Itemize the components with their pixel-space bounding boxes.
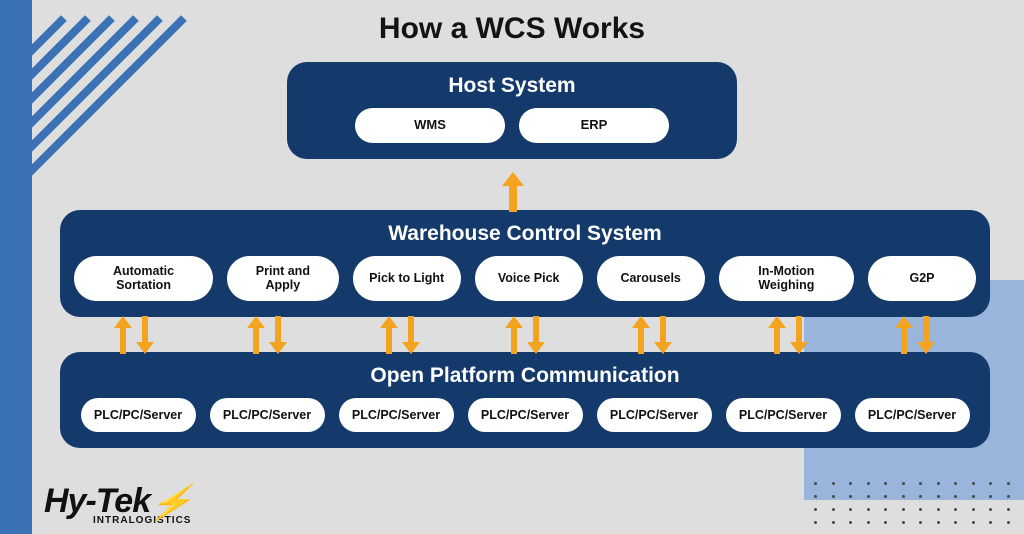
arrow-pair-1 [114,316,154,354]
arrow-up-icon [247,316,265,354]
opc-pill-1: PLC/PC/Server [81,398,196,432]
dot-grid-decoration [814,482,1014,524]
arrow-up-icon [768,316,786,354]
arrow-down-icon [917,316,935,354]
opc-pill-7: PLC/PC/Server [855,398,970,432]
arrow-down-icon [654,316,672,354]
wcs-pill-voice-pick: Voice Pick [475,256,583,301]
host-pill-wms: WMS [355,108,505,143]
opc-title: Open Platform Communication [74,364,976,388]
wcs-title: Warehouse Control System [74,222,976,246]
wcs-pill-carousels: Carousels [597,256,705,301]
opc-pill-6: PLC/PC/Server [726,398,841,432]
arrow-pair-5 [632,316,672,354]
wcs-pill-pick-to-light: Pick to Light [353,256,461,301]
host-system-title: Host System [301,74,723,98]
host-system-panel: Host System WMS ERP [287,62,737,159]
arrow-pair-3 [380,316,420,354]
arrow-up-icon [632,316,650,354]
arrow-down-icon [527,316,545,354]
arrow-down-icon [136,316,154,354]
arrow-up-icon [505,316,523,354]
opc-pill-4: PLC/PC/Server [468,398,583,432]
diagram-title: How a WCS Works [0,12,1024,46]
arrow-up-icon [380,316,398,354]
opc-pill-5: PLC/PC/Server [597,398,712,432]
arrow-pair-2 [247,316,287,354]
wcs-pill-automatic-sortation: Automatic Sortation [74,256,213,301]
arrow-up-icon [114,316,132,354]
wcs-pill-g2p: G2P [868,256,976,301]
arrow-up-icon [895,316,913,354]
wcs-pill-in-motion-weighing: In-Motion Weighing [719,256,854,301]
left-accent-bar [0,0,32,534]
host-pill-erp: ERP [519,108,669,143]
arrow-pair-4 [505,316,545,354]
arrow-down-icon [790,316,808,354]
arrow-up-icon [502,172,522,212]
bolt-icon: ⚡ [147,483,195,523]
opc-pill-2: PLC/PC/Server [210,398,325,432]
arrow-down-icon [269,316,287,354]
arrow-pair-6 [768,316,808,354]
opc-panel: Open Platform Communication PLC/PC/Serve… [60,352,990,448]
wcs-panel: Warehouse Control System Automatic Sorta… [60,210,990,317]
wcs-pill-print-apply: Print and Apply [227,256,339,301]
opc-pill-3: PLC/PC/Server [339,398,454,432]
arrow-down-icon [402,316,420,354]
hytek-logo: Hy-Tek⚡ INTRALOGISTICS [44,481,191,526]
arrow-pair-7 [895,316,935,354]
